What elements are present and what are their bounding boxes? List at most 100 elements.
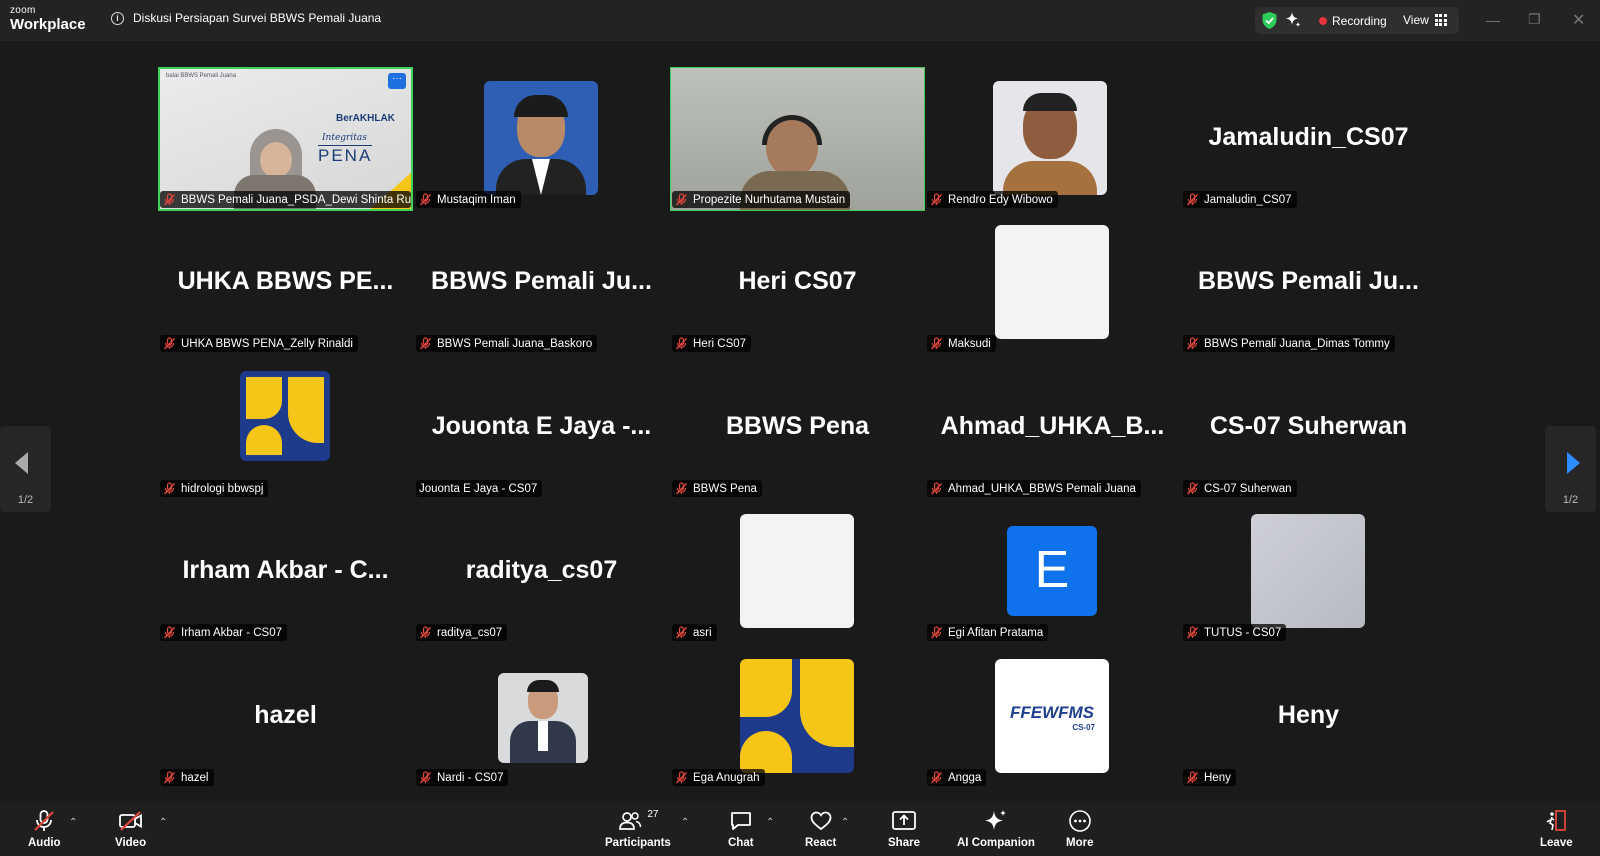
participant-tile[interactable]: E Egi Afitan Pratama [925, 500, 1180, 644]
participant-tile[interactable]: Ega Anugrah [670, 645, 925, 789]
participant-tile[interactable]: Jouonta E Jaya -... Jouonta E Jaya - CS07 [414, 356, 669, 500]
view-button[interactable]: View [1403, 13, 1447, 27]
participant-name-label: Maksudi [927, 335, 996, 352]
participant-name-label: Heri CS07 [672, 335, 752, 352]
participants-label: Participants [605, 837, 671, 849]
chat-options-caret-icon[interactable]: ⌃ [766, 817, 774, 828]
participants-options-caret-icon[interactable]: ⌃ [681, 817, 689, 828]
participant-name: BBWS Pemali Juana_PSDA_Dewi Shinta Rulls… [181, 193, 411, 206]
recording-indicator[interactable]: Recording [1319, 14, 1387, 28]
react-options-caret-icon[interactable]: ⌃ [841, 817, 849, 828]
ai-companion-sparkle-icon [984, 810, 1006, 830]
participant-name: BBWS Pena [693, 482, 757, 495]
ffews-logo-sub: CS-07 [1072, 723, 1095, 732]
participant-tile[interactable]: Nardi - CS07 [414, 645, 669, 789]
restore-icon[interactable]: ❐ [1528, 11, 1541, 28]
participant-name-label: TUTUS - CS07 [1183, 624, 1287, 641]
zoom-logo: zoom Workplace [10, 5, 86, 33]
avatar-grey [1251, 514, 1365, 628]
participant-tile[interactable]: CS-07 Suherwan CS-07 Suherwan [1181, 356, 1436, 500]
participant-tile[interactable]: Heri CS07 Heri CS07 [670, 211, 925, 355]
view-label: View [1403, 13, 1429, 27]
next-page-button[interactable]: 1/2 [1545, 426, 1596, 512]
meeting-info[interactable]: i Diskusi Persiapan Survei BBWS Pemali J… [111, 11, 381, 25]
title-bar: zoom Workplace i Diskusi Persiapan Surve… [0, 0, 1600, 41]
shield-icon[interactable] [1261, 11, 1278, 30]
minimize-icon[interactable]: — [1486, 12, 1500, 28]
participant-tile[interactable]: hidrologi bbwspj [158, 356, 413, 500]
participants-count: 27 [647, 809, 659, 820]
participant-tile[interactable]: Mustaqim Iman [414, 67, 669, 211]
video-options-caret-icon[interactable]: ⌃ [159, 817, 167, 828]
participant-name: Rendro Edy Wibowo [948, 193, 1053, 206]
page-indicator-left: 1/2 [17, 494, 34, 506]
participant-name: Heny [1204, 771, 1231, 784]
participant-name-label: CS-07 Suherwan [1183, 480, 1297, 497]
participant-display-name: Jouonta E Jaya -... [431, 412, 652, 440]
avatar-blank [740, 514, 854, 628]
gallery-stage: balai BBWS Pemali Juana BerAKHLAK Integr… [0, 41, 1600, 803]
participant-tile[interactable]: TUTUS - CS07 [1181, 500, 1436, 644]
participant-display-name: hazel [254, 701, 317, 729]
participants-button[interactable]: 27 Participants [605, 809, 671, 849]
share-button[interactable]: Share [888, 809, 920, 849]
ffews-logo: FFEWFMS [1009, 703, 1095, 722]
chat-button[interactable]: Chat [728, 809, 754, 849]
more-button[interactable]: More [1066, 809, 1093, 849]
participant-tile[interactable]: Jamaludin_CS07 Jamaludin_CS07 [1181, 67, 1436, 211]
participant-name-label: Jamaludin_CS07 [1183, 191, 1297, 208]
meeting-title: Diskusi Persiapan Survei BBWS Pemali Jua… [133, 11, 382, 25]
participant-tile[interactable]: Heny Heny [1181, 645, 1436, 789]
muted-mic-icon [675, 193, 688, 206]
participant-tile[interactable]: UHKA BBWS PE... UHKA BBWS PENA_Zelly Rina… [158, 211, 413, 355]
more-label: More [1066, 837, 1094, 849]
participant-tile[interactable]: Ahmad_UHKA_B... Ahmad_UHKA_BBWS Pemali Ju… [925, 356, 1180, 500]
participant-name: BBWS Pemali Juana_Dimas Tommy [1204, 337, 1390, 350]
participant-name-label: BBWS Pemali Juana_PSDA_Dewi Shinta Rulls… [160, 191, 411, 208]
leave-button[interactable]: Leave [1540, 809, 1573, 849]
participant-name-label: Ahmad_UHKA_BBWS Pemali Juana [927, 480, 1141, 497]
participant-name: Maksudi [948, 337, 991, 350]
muted-mic-icon [163, 193, 176, 206]
participant-name: Ega Anugrah [693, 771, 760, 784]
participant-tile[interactable]: balai BBWS Pemali Juana BerAKHLAK Integr… [158, 67, 413, 211]
participant-tile[interactable]: BBWS Pena BBWS Pena [670, 356, 925, 500]
participant-tile[interactable]: Propezite Nurhutama Mustain [670, 67, 925, 211]
participant-name-label: hazel [160, 769, 214, 786]
ai-sparkle-icon[interactable] [1284, 11, 1302, 29]
ai-companion-button[interactable]: AI Companion [957, 809, 1035, 849]
avatar-letter: E [1034, 541, 1070, 599]
prev-page-button[interactable]: 1/2 [0, 426, 51, 512]
logo-top-text: zoom [10, 5, 36, 16]
participant-name-label: BBWS Pena [672, 480, 762, 497]
react-button[interactable]: React [805, 809, 836, 849]
participant-tile[interactable]: Maksudi [925, 211, 1180, 355]
audio-button[interactable]: Audio [28, 809, 61, 849]
muted-mic-icon [419, 771, 432, 784]
participant-tile[interactable]: hazel hazel [158, 645, 413, 789]
participant-name-label: BBWS Pemali Juana_Dimas Tommy [1183, 335, 1395, 352]
participant-display-name: BBWS Pemali Ju... [431, 267, 652, 295]
participant-tile[interactable]: Rendro Edy Wibowo [925, 67, 1180, 211]
active-speaker-border [158, 67, 413, 211]
participant-name-label: Angga [927, 769, 987, 786]
share-screen-icon [892, 811, 916, 830]
muted-mic-icon [34, 810, 55, 831]
info-icon[interactable]: i [111, 11, 124, 25]
participant-tile[interactable]: Irham Akbar - C... Irham Akbar - CS07 [158, 500, 413, 644]
participant-tile[interactable]: FFEWFMS CS-07 Angga [925, 645, 1180, 789]
participant-tile[interactable]: raditya_cs07 raditya_cs07 [414, 500, 669, 644]
participant-name-label: Ega Anugrah [672, 769, 765, 786]
participant-name: Jamaludin_CS07 [1204, 193, 1292, 206]
muted-mic-icon [930, 337, 943, 350]
participant-name-label: hidrologi bbwspj [160, 480, 269, 497]
participant-tile[interactable]: BBWS Pemali Ju... BBWS Pemali Juana_Basko… [414, 211, 669, 355]
chat-label: Chat [728, 837, 754, 849]
close-icon[interactable]: ✕ [1572, 10, 1585, 30]
participant-tile[interactable]: BBWS Pemali Ju... BBWS Pemali Juana_Dimas… [1181, 211, 1436, 355]
audio-options-caret-icon[interactable]: ⌃ [69, 817, 77, 828]
participant-display-name: BBWS Pemali Ju... [1198, 267, 1419, 295]
react-label: React [805, 837, 837, 849]
participant-tile[interactable]: asri [670, 500, 925, 644]
video-button[interactable]: Video [115, 809, 146, 849]
